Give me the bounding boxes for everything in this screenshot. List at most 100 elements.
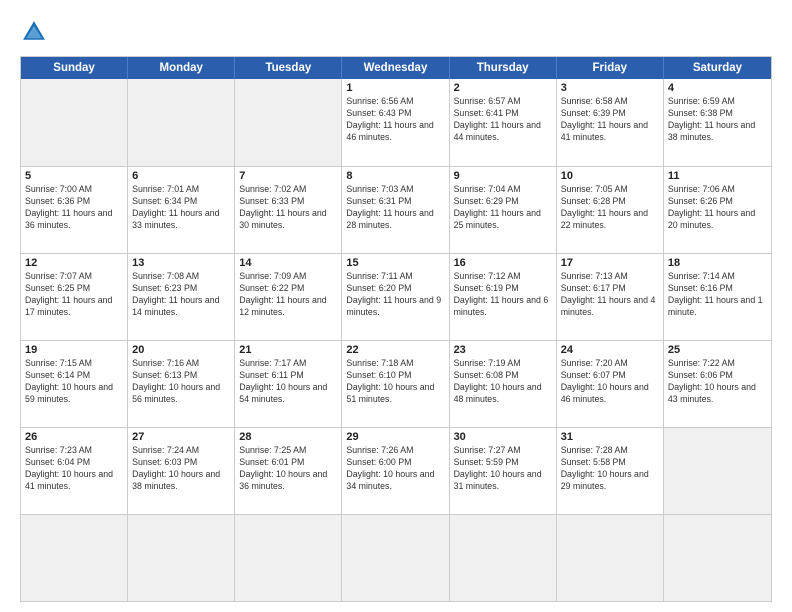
day-info: Sunrise: 7:00 AM Sunset: 6:36 PM Dayligh…: [25, 184, 123, 232]
day-info: Sunrise: 7:20 AM Sunset: 6:07 PM Dayligh…: [561, 358, 659, 406]
day-number: 20: [132, 344, 230, 356]
calendar-cell: [21, 515, 128, 601]
day-info: Sunrise: 7:01 AM Sunset: 6:34 PM Dayligh…: [132, 184, 230, 232]
day-info: Sunrise: 7:22 AM Sunset: 6:06 PM Dayligh…: [668, 358, 767, 406]
calendar-cell: 14Sunrise: 7:09 AM Sunset: 6:22 PM Dayli…: [235, 254, 342, 340]
calendar-cell: 22 Sunrise: 7:18 AM Sunset: 6:10 PM Dayli…: [342, 341, 449, 427]
calendar-row: 12Sunrise: 7:07 AM Sunset: 6:25 PM Dayli…: [21, 253, 771, 340]
day-number: 7: [239, 170, 337, 182]
calendar-cell: 23Sunrise: 7:19 AM Sunset: 6:08 PM Dayli…: [450, 341, 557, 427]
day-number: 28: [239, 431, 337, 443]
calendar-cell: 3 Sunrise: 6:58 AM Sunset: 6:39 PM Daylig…: [557, 79, 664, 166]
day-number: 19: [25, 344, 123, 356]
calendar-body: 1Sunrise: 6:56 AM Sunset: 6:43 PM Daylig…: [21, 79, 771, 601]
calendar-row: 1Sunrise: 6:56 AM Sunset: 6:43 PM Daylig…: [21, 79, 771, 166]
calendar-header-cell: Friday: [557, 57, 664, 79]
calendar-row: 19Sunrise: 7:15 AM Sunset: 6:14 PM Dayli…: [21, 340, 771, 427]
day-number: 9: [454, 170, 552, 182]
day-info: Sunrise: 7:05 AM Sunset: 6:28 PM Dayligh…: [561, 184, 659, 232]
calendar-header-cell: Sunday: [21, 57, 128, 79]
calendar-row: 26 Sunrise: 7:23 AM Sunset: 6:04 PM Dayli…: [21, 427, 771, 514]
calendar-cell: [664, 515, 771, 601]
calendar-cell: 13Sunrise: 7:08 AM Sunset: 6:23 PM Dayli…: [128, 254, 235, 340]
calendar-row: 5 Sunrise: 7:00 AM Sunset: 6:36 PM Daylig…: [21, 166, 771, 253]
calendar-row: [21, 514, 771, 601]
calendar-cell: 9 Sunrise: 7:04 AM Sunset: 6:29 PM Daylig…: [450, 167, 557, 253]
calendar-cell: 6 Sunrise: 7:01 AM Sunset: 6:34 PM Daylig…: [128, 167, 235, 253]
calendar-cell: 18 Sunrise: 7:14 AM Sunset: 6:16 PM Dayli…: [664, 254, 771, 340]
day-number: 30: [454, 431, 552, 443]
calendar-cell: 12Sunrise: 7:07 AM Sunset: 6:25 PM Dayli…: [21, 254, 128, 340]
calendar-cell: 2Sunrise: 6:57 AM Sunset: 6:41 PM Daylig…: [450, 79, 557, 166]
calendar-cell: 31 Sunrise: 7:28 AM Sunset: 5:58 PM Dayli…: [557, 428, 664, 514]
calendar-cell: [128, 79, 235, 166]
day-number: 1: [346, 82, 444, 94]
day-info: Sunrise: 7:14 AM Sunset: 6:16 PM Dayligh…: [668, 271, 767, 319]
day-number: 10: [561, 170, 659, 182]
day-number: 8: [346, 170, 444, 182]
day-number: 27: [132, 431, 230, 443]
logo-icon: [20, 18, 48, 46]
day-info: Sunrise: 7:24 AM Sunset: 6:03 PM Dayligh…: [132, 445, 230, 493]
day-info: Sunrise: 7:23 AM Sunset: 6:04 PM Dayligh…: [25, 445, 123, 493]
calendar-cell: 20 Sunrise: 7:16 AM Sunset: 6:13 PM Dayli…: [128, 341, 235, 427]
day-number: 11: [668, 170, 767, 182]
calendar-cell: 11 Sunrise: 7:06 AM Sunset: 6:26 PM Dayli…: [664, 167, 771, 253]
calendar-cell: 1Sunrise: 6:56 AM Sunset: 6:43 PM Daylig…: [342, 79, 449, 166]
calendar-cell: 8 Sunrise: 7:03 AM Sunset: 6:31 PM Daylig…: [342, 167, 449, 253]
day-info: Sunrise: 7:18 AM Sunset: 6:10 PM Dayligh…: [346, 358, 444, 406]
page: SundayMondayTuesdayWednesdayThursdayFrid…: [0, 0, 792, 612]
day-number: 3: [561, 82, 659, 94]
day-info: Sunrise: 6:58 AM Sunset: 6:39 PM Dayligh…: [561, 96, 659, 144]
calendar-cell: 15Sunrise: 7:11 AM Sunset: 6:20 PM Dayli…: [342, 254, 449, 340]
day-info: Sunrise: 7:04 AM Sunset: 6:29 PM Dayligh…: [454, 184, 552, 232]
calendar-header-cell: Tuesday: [235, 57, 342, 79]
day-number: 25: [668, 344, 767, 356]
calendar-cell: [235, 515, 342, 601]
day-number: 21: [239, 344, 337, 356]
calendar-cell: 28Sunrise: 7:25 AM Sunset: 6:01 PM Dayli…: [235, 428, 342, 514]
calendar-cell: 25 Sunrise: 7:22 AM Sunset: 6:06 PM Dayli…: [664, 341, 771, 427]
calendar-cell: [450, 515, 557, 601]
day-number: 18: [668, 257, 767, 269]
day-number: 17: [561, 257, 659, 269]
day-info: Sunrise: 7:02 AM Sunset: 6:33 PM Dayligh…: [239, 184, 337, 232]
day-number: 16: [454, 257, 552, 269]
day-number: 13: [132, 257, 230, 269]
day-number: 22: [346, 344, 444, 356]
day-info: Sunrise: 7:07 AM Sunset: 6:25 PM Dayligh…: [25, 271, 123, 319]
calendar-cell: 7 Sunrise: 7:02 AM Sunset: 6:33 PM Daylig…: [235, 167, 342, 253]
header: [20, 18, 772, 46]
calendar-cell: [235, 79, 342, 166]
calendar-cell: 26 Sunrise: 7:23 AM Sunset: 6:04 PM Dayli…: [21, 428, 128, 514]
calendar-cell: 30 Sunrise: 7:27 AM Sunset: 5:59 PM Dayli…: [450, 428, 557, 514]
day-info: Sunrise: 7:03 AM Sunset: 6:31 PM Dayligh…: [346, 184, 444, 232]
day-number: 2: [454, 82, 552, 94]
day-number: 31: [561, 431, 659, 443]
day-number: 26: [25, 431, 123, 443]
calendar-cell: 4Sunrise: 6:59 AM Sunset: 6:38 PM Daylig…: [664, 79, 771, 166]
calendar-cell: [342, 515, 449, 601]
calendar-cell: [557, 515, 664, 601]
calendar-cell: [21, 79, 128, 166]
calendar-cell: 21 Sunrise: 7:17 AM Sunset: 6:11 PM Dayli…: [235, 341, 342, 427]
calendar-cell: [664, 428, 771, 514]
day-info: Sunrise: 7:12 AM Sunset: 6:19 PM Dayligh…: [454, 271, 552, 319]
calendar-cell: 24Sunrise: 7:20 AM Sunset: 6:07 PM Dayli…: [557, 341, 664, 427]
day-info: Sunrise: 7:11 AM Sunset: 6:20 PM Dayligh…: [346, 271, 444, 319]
calendar: SundayMondayTuesdayWednesdayThursdayFrid…: [20, 56, 772, 602]
calendar-header-cell: Wednesday: [342, 57, 449, 79]
day-info: Sunrise: 7:09 AM Sunset: 6:22 PM Dayligh…: [239, 271, 337, 319]
calendar-header-cell: Thursday: [450, 57, 557, 79]
day-info: Sunrise: 7:17 AM Sunset: 6:11 PM Dayligh…: [239, 358, 337, 406]
day-number: 23: [454, 344, 552, 356]
day-info: Sunrise: 7:28 AM Sunset: 5:58 PM Dayligh…: [561, 445, 659, 493]
day-info: Sunrise: 7:06 AM Sunset: 6:26 PM Dayligh…: [668, 184, 767, 232]
calendar-header: SundayMondayTuesdayWednesdayThursdayFrid…: [21, 57, 771, 79]
day-info: Sunrise: 7:16 AM Sunset: 6:13 PM Dayligh…: [132, 358, 230, 406]
day-info: Sunrise: 7:27 AM Sunset: 5:59 PM Dayligh…: [454, 445, 552, 493]
day-number: 6: [132, 170, 230, 182]
day-number: 5: [25, 170, 123, 182]
logo: [20, 18, 52, 46]
calendar-cell: 29Sunrise: 7:26 AM Sunset: 6:00 PM Dayli…: [342, 428, 449, 514]
